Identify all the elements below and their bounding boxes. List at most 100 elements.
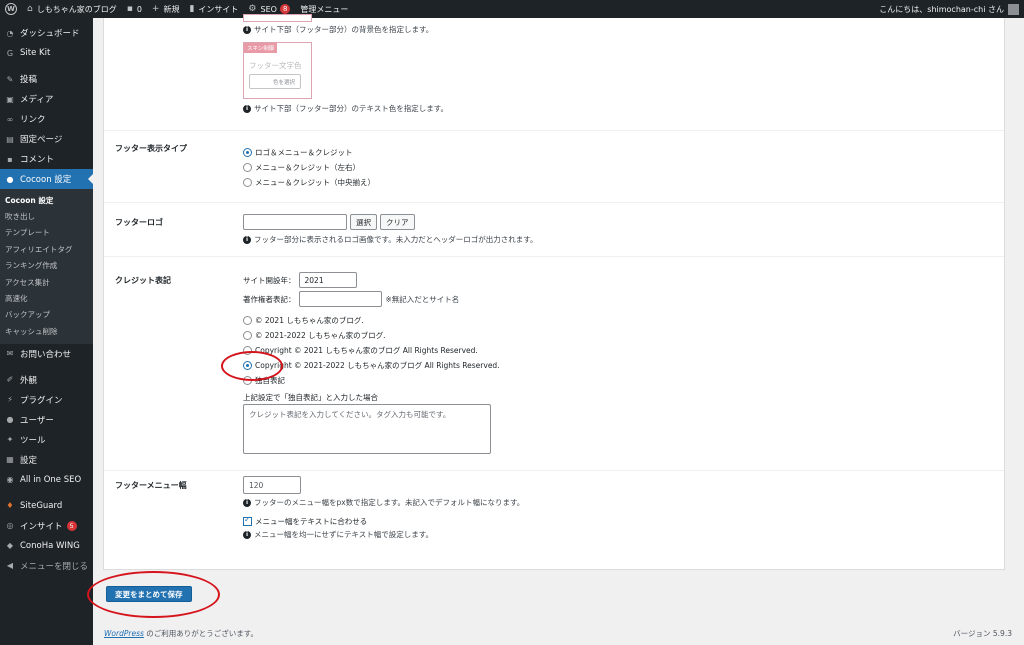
credit-option-copyright-year[interactable]: Copyright © 2021 しもちゃん家のブログ All Rights R… [243,343,500,358]
credit-option-custom[interactable]: 独自表記 [243,373,500,388]
collapse-icon: ◀ [6,561,14,571]
admin-sidebar: ◔ ダッシュボード G Site Kit ✎ 投稿 ▣ メディア ∞ リンク ▤ 固定ページ… [0,18,93,645]
page-icon: ▤ [6,134,14,144]
sidebar-item-cocoon-settings[interactable]: ● Cocoon 設定 [0,169,93,189]
annotation-circle-save-button [87,571,220,618]
wordpress-link[interactable]: WordPress [104,629,144,638]
radio-button[interactable] [243,331,252,340]
radio-button[interactable] [243,163,252,172]
color-picker-button[interactable]: 色を選択 [249,74,301,89]
admin-footer-thanks: WordPress のご利用ありがとうございます。 [104,629,259,638]
submenu-item-speedup[interactable]: 高速化 [0,290,93,306]
wordpress-logo-menu[interactable]: W [0,0,22,18]
cocoon-submenu: Cocoon 設定 吹き出し テンプレート アフィリエイトタグ ランキング作成 … [0,189,93,344]
sidebar-item-users[interactable]: ● ユーザー [0,410,93,430]
site-start-year-label: サイト開設年： [243,275,296,285]
copyright-holder-hint: ※無記入だとサイト名 [385,294,460,304]
sidebar-item-plugins[interactable]: ⚡ プラグイン [0,390,93,410]
site-name-link[interactable]: ⌂ しもちゃん家のブログ [22,0,122,18]
avatar [1008,3,1019,15]
sidebar-item-tools[interactable]: ✦ ツール [0,430,93,450]
submenu-item-affiliate-tag[interactable]: アフィリエイトタグ [0,241,93,257]
wordpress-icon: W [5,3,17,15]
footer-type-option-menu-credit-center[interactable]: メニュー＆クレジット（中央揃え） [243,175,375,190]
fit-menu-width-checkbox-row[interactable]: メニュー幅をテキストに合わせる [243,514,524,529]
submenu-item-balloon[interactable]: 吹き出し [0,208,93,224]
footer-type-option-logo-menu-credit[interactable]: ロゴ＆メニュー＆クレジット [243,145,375,160]
footer-logo-label: フッターロゴ [115,218,163,227]
link-icon: ∞ [6,114,14,124]
sidebar-item-contact[interactable]: ✉ お問い合わせ [0,344,93,364]
submenu-item-template[interactable]: テンプレート [0,225,93,241]
account-menu[interactable]: こんにちは、shimochan-chi さん [874,0,1024,18]
footer-logo-field: 選択 クリア i フッター部分に表示されるロゴ画像です。未入力だとヘッダーロゴが出… [243,214,538,245]
home-icon: ⌂ [27,4,33,14]
sidebar-item-dashboard[interactable]: ◔ ダッシュボード [0,23,93,43]
footer-display-type-options: ロゴ＆メニュー＆クレジット メニュー＆クレジット（左右） メニュー＆クレジット（… [243,145,375,190]
dashboard-icon: ◔ [6,28,14,38]
footer-logo-note: i フッター部分に表示されるロゴ画像です。未入力だとヘッダーロゴが出力されます。 [243,234,538,245]
plus-icon: + [151,4,160,14]
footer-text-color-label: フッター文字色 [249,61,302,70]
radio-button[interactable] [243,178,252,187]
sidebar-item-comments[interactable]: ▪ コメント [0,149,93,169]
sidebar-item-links[interactable]: ∞ リンク [0,109,93,129]
admin-bar: W ⌂ しもちゃん家のブログ ▪ 0 + 新規 ▮ インサイト ⚙ SEO 8 管理メニュー… [0,0,1024,18]
info-icon: i [243,104,251,113]
footer-menu-width-note2: i メニュー幅を均一にせずにテキスト幅で設定します。 [243,529,524,540]
mail-icon: ✉ [6,349,14,359]
submenu-item-backup[interactable]: バックアップ [0,307,93,323]
sidebar-item-appearance[interactable]: ✐ 外観 [0,370,93,390]
footer-logo-url-input[interactable] [243,214,347,230]
footer-menu-width-input[interactable]: 120 [243,476,301,494]
footer-menu-width-note: i フッターのメニュー幅をpx数で指定します。未記入でデフォルト幅になります。 [243,497,524,508]
info-icon: i [243,235,251,244]
insight-icon: ◎ [6,521,14,531]
credit-option-simple-year[interactable]: © 2021 しもちゃん家のブログ. [243,313,500,328]
radio-button[interactable] [243,316,252,325]
sidebar-item-conoha[interactable]: ◆ ConoHa WING [0,536,93,556]
row-divider [104,470,1004,471]
sidebar-item-aioseo[interactable]: ◉ All in One SEO [0,470,93,490]
annotation-circle-credit-option [221,351,283,381]
footer-menu-width-field: 120 i フッターのメニュー幅をpx数で指定します。未記入でデフォルト幅になりま… [243,476,524,540]
row-divider [104,130,1004,131]
comment-icon: ▪ [7,154,13,164]
submenu-item-ranking[interactable]: ランキング作成 [0,258,93,274]
conoha-icon: ◆ [6,541,14,551]
select-logo-button[interactable]: 選択 [350,214,377,230]
sidebar-item-pages[interactable]: ▤ 固定ページ [0,129,93,149]
site-start-year-input[interactable]: 2021 [298,272,357,288]
admin-footer-version: バージョン 5.9.3 [953,629,1012,638]
credit-option-simple-range[interactable]: © 2021-2022 しもちゃん家のブログ. [243,328,500,343]
plugin-icon: ⚡ [7,395,13,405]
clear-logo-button[interactable]: クリア [380,214,415,230]
footer-bg-color-preview [243,14,312,22]
comments-link[interactable]: ▪ 0 [122,0,147,18]
info-icon: i [243,25,251,34]
submenu-item-cocoon-settings[interactable]: Cocoon 設定 [0,192,93,208]
user-icon: ● [6,415,14,425]
new-content-menu[interactable]: + 新規 [147,0,185,18]
submenu-item-cache-clear[interactable]: キャッシュ削除 [0,323,93,339]
sidebar-item-sitekit[interactable]: G Site Kit [0,43,93,63]
sidebar-item-media[interactable]: ▣ メディア [0,89,93,109]
radio-button[interactable] [243,148,252,157]
sidebar-item-siteguard[interactable]: ♦ SiteGuard [0,496,93,516]
info-icon: i [243,498,251,507]
sidebar-item-insight[interactable]: ◎ インサイト 5 [0,516,93,536]
insight-menu[interactable]: ▮ インサイト [184,0,243,18]
insight-count-badge: 5 [66,520,77,531]
brush-icon: ✐ [6,375,14,385]
info-icon: i [243,530,251,539]
custom-credit-textarea[interactable]: クレジット表記を入力してください。タグ入力も可能です。 [243,404,491,454]
footer-type-option-menu-credit-lr[interactable]: メニュー＆クレジット（左右） [243,160,375,175]
copyright-holder-input[interactable] [298,291,382,307]
checkbox[interactable] [243,515,252,526]
collapse-menu-button[interactable]: ◀ メニューを閉じる [0,556,93,576]
sidebar-item-posts[interactable]: ✎ 投稿 [0,69,93,89]
footer-menu-width-label: フッターメニュー幅 [115,481,187,490]
sidebar-item-settings[interactable]: ▦ 設定 [0,450,93,470]
submenu-item-access-stats[interactable]: アクセス集計 [0,274,93,290]
row-divider [104,256,1004,257]
